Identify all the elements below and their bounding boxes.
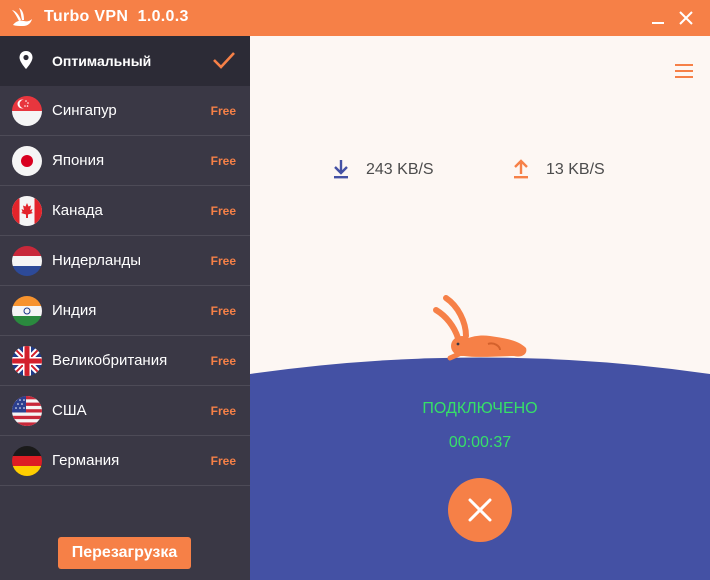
free-badge: Free bbox=[210, 104, 236, 118]
germany-flag-icon bbox=[12, 446, 42, 476]
server-item-japan[interactable]: Япония Free bbox=[0, 136, 250, 186]
free-badge: Free bbox=[210, 304, 236, 318]
minimize-icon[interactable] bbox=[648, 8, 668, 28]
free-badge: Free bbox=[210, 454, 236, 468]
server-name: Канада bbox=[52, 202, 103, 219]
title-bar: Turbo VPN 1.0.0.3 bbox=[0, 0, 710, 36]
free-badge: Free bbox=[210, 254, 236, 268]
free-badge: Free bbox=[210, 404, 236, 418]
server-item-optimal[interactable]: Оптимальный bbox=[0, 36, 250, 86]
connection-status: ПОДКЛЮЧЕНО bbox=[422, 400, 538, 417]
server-name: Германия bbox=[52, 452, 120, 469]
server-item-usa[interactable]: США Free bbox=[0, 386, 250, 436]
singapore-flag-icon bbox=[12, 96, 42, 126]
netherlands-flag-icon bbox=[12, 246, 42, 276]
lying-rabbit-illustration bbox=[433, 295, 527, 361]
free-badge: Free bbox=[210, 204, 236, 218]
server-name: США bbox=[52, 402, 87, 419]
disconnect-button[interactable] bbox=[448, 478, 512, 542]
free-badge: Free bbox=[210, 154, 236, 168]
connection-timer: 00:00:37 bbox=[448, 434, 512, 451]
close-icon bbox=[468, 498, 492, 522]
usa-flag-icon bbox=[12, 396, 42, 426]
japan-flag-icon bbox=[12, 146, 42, 176]
rabbit-logo-icon bbox=[12, 8, 32, 26]
server-item-canada[interactable]: Канада Free bbox=[0, 186, 250, 236]
india-flag-icon bbox=[12, 296, 42, 326]
close-icon[interactable] bbox=[676, 8, 696, 28]
reboot-button[interactable]: Перезагрузка bbox=[58, 537, 191, 569]
server-item-netherlands[interactable]: Нидерланды Free bbox=[0, 236, 250, 286]
server-name: Сингапур bbox=[52, 102, 117, 119]
location-pin-icon bbox=[19, 51, 33, 69]
server-list: Оптимальный Сингапур Free Япония Free Ка… bbox=[0, 36, 250, 580]
uk-flag-icon bbox=[12, 346, 42, 376]
canada-flag-icon bbox=[12, 196, 42, 226]
app-title: Turbo VPN 1.0.0.3 bbox=[44, 8, 189, 25]
server-item-india[interactable]: Индия Free bbox=[0, 286, 250, 336]
server-name: Нидерланды bbox=[52, 252, 142, 269]
server-item-singapore[interactable]: Сингапур Free bbox=[0, 86, 250, 136]
server-item-uk[interactable]: Великобритания Free bbox=[0, 336, 250, 386]
free-badge: Free bbox=[210, 354, 236, 368]
server-name: Япония bbox=[52, 152, 105, 169]
server-item-germany[interactable]: Германия Free bbox=[0, 436, 250, 486]
server-name: Великобритания bbox=[52, 352, 168, 369]
server-name: Индия bbox=[52, 302, 97, 319]
main-panel: 243 KB/S 13 KB/S ПОДКЛЮЧЕНО 00:00:37 bbox=[250, 36, 710, 580]
server-name: Оптимальный bbox=[52, 53, 152, 69]
checkmark-icon bbox=[213, 52, 235, 69]
